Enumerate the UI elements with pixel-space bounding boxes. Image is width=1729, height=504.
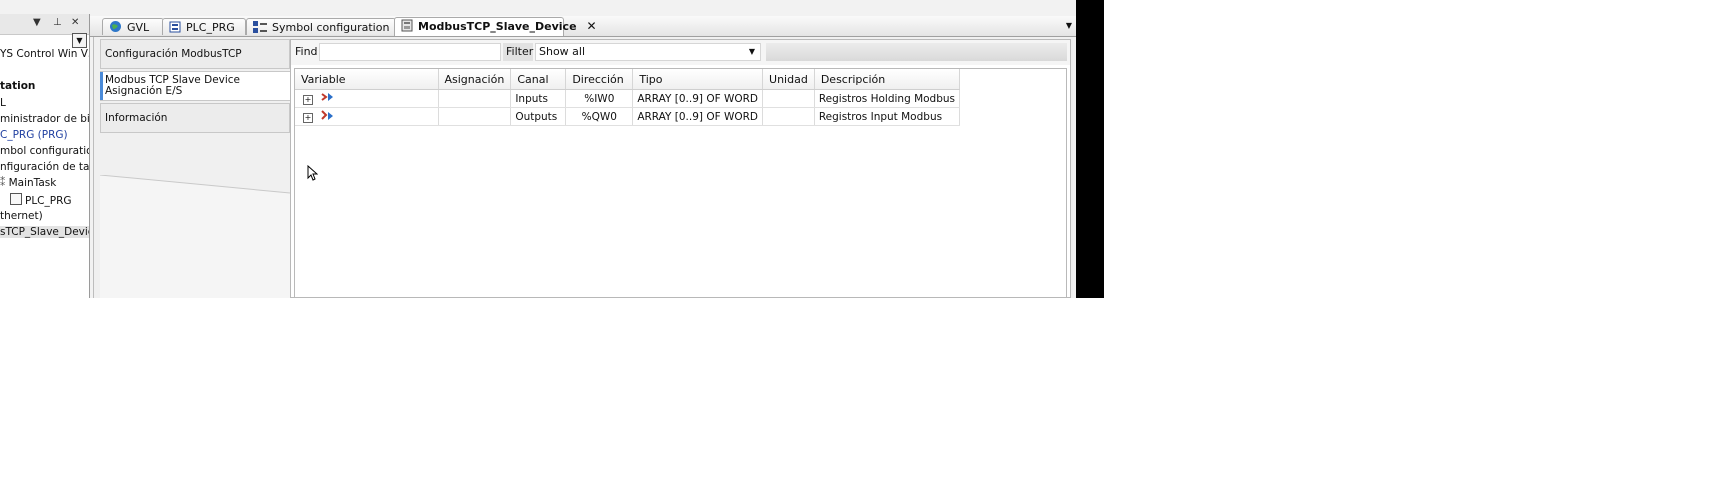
cell-variable[interactable]: + (295, 89, 439, 108)
tab-symbol-configuration-label: Symbol configuration (272, 21, 390, 34)
expand-icon[interactable]: + (303, 95, 313, 105)
chevron-down-icon[interactable]: ▼ (749, 44, 755, 60)
tab-modbus-slave-device[interactable]: ModbusTCP_Slave_Device ✕ (394, 17, 597, 37)
cell-descripcion: Registros Input Modbus (814, 107, 961, 126)
codesys-window: ▼ ⊥ ✕ ▼ YS Control Win V3) tation L mini… (0, 0, 1076, 298)
col-header-unidad[interactable]: Unidad (762, 69, 815, 90)
find-input[interactable] (319, 43, 501, 61)
col-header-asignacion[interactable]: Asignación (438, 69, 512, 90)
tab-modbus-slave-device-label: ModbusTCP_Slave_Device (418, 20, 577, 33)
side-tab-modbustcp-config[interactable]: Configuración ModbusTCP (100, 39, 290, 69)
tab-plc-prg-label: PLC_PRG (186, 21, 235, 34)
table-row[interactable]: + Outputs %QW0 ARRAY [0..9] OF WORD Regi… (295, 107, 961, 126)
col-header-canal[interactable]: Canal (510, 69, 567, 90)
editor-tab-strip: GVL PLC_PRG Symbol configuration ModbusT… (90, 16, 1076, 37)
cell-canal: Inputs (510, 89, 567, 108)
filter-select-value: Show all (539, 45, 586, 58)
col-header-variable[interactable]: Variable (295, 69, 439, 90)
tree-item-gvl[interactable]: L (0, 97, 6, 109)
tree-item-library-manager[interactable]: ministrador de biblio (0, 113, 89, 125)
task-icon: ⁑ (0, 177, 9, 189)
side-tabs-background (99, 174, 291, 298)
table-header-row: Variable Asignación Canal Dirección Tipo… (295, 69, 961, 90)
col-header-descripcion[interactable]: Descripción (814, 69, 961, 90)
col-header-direccion[interactable]: Dirección (565, 69, 634, 90)
tree-item-modbus-slave[interactable]: sTCP_Slave_Device (0, 226, 89, 238)
tree-item-maintask[interactable]: ⁑ MainTask (0, 177, 56, 189)
program-icon (10, 193, 22, 205)
filter-label: Filter (503, 43, 533, 61)
col-header-tipo[interactable]: Tipo (632, 69, 764, 90)
toolbar-filler (766, 43, 1067, 61)
close-icon[interactable]: ✕ (587, 18, 597, 35)
cell-unidad (762, 89, 815, 108)
input-channel-icon (321, 91, 335, 106)
globe-icon (109, 20, 122, 38)
io-mapping-grid: Variable Asignación Canal Dirección Tipo… (294, 68, 1067, 297)
tree-item-plc-prg-call[interactable]: PLC_PRG (10, 193, 72, 207)
cell-descripcion: Registros Holding Modbus (814, 89, 961, 108)
filter-select[interactable]: Show all ▼ (535, 43, 761, 61)
cell-tipo: ARRAY [0..9] OF WORD (632, 107, 764, 126)
device-icon (401, 19, 413, 37)
tree-item-application[interactable]: tation (0, 80, 35, 92)
side-tab-io-mapping[interactable]: Modbus TCP Slave Device Asignación E/S (100, 71, 290, 101)
mouse-cursor-icon (307, 164, 319, 184)
cell-unidad (762, 107, 815, 126)
tree-item-device[interactable]: YS Control Win V3) (0, 48, 89, 60)
side-tab-information[interactable]: Información (100, 103, 290, 133)
side-tab-io-mapping-line2: Asignación E/S (105, 85, 183, 97)
cell-direccion: %QW0 (565, 107, 634, 126)
tab-gvl[interactable]: GVL (102, 18, 164, 35)
tab-plc-prg[interactable]: PLC_PRG (162, 18, 246, 35)
cell-asignacion[interactable] (438, 107, 512, 126)
tab-symbol-configuration[interactable]: Symbol configuration (246, 18, 396, 35)
tab-list-dropdown-icon[interactable]: ▼ (1066, 21, 1072, 30)
tree-item-task-configuration[interactable]: nfiguración de tarea (0, 161, 89, 173)
tree-item-plc-prg-call-label: PLC_PRG (25, 195, 72, 207)
cell-canal: Outputs (510, 107, 567, 126)
cell-direccion: %IW0 (565, 89, 634, 108)
cell-asignacion[interactable] (438, 89, 512, 108)
tree-item-symbol-configuration[interactable]: mbol configuration (0, 145, 89, 157)
symbol-config-icon (253, 21, 267, 38)
find-filter-bar: Find Filter Show all ▼ (291, 40, 1070, 65)
black-border (1076, 0, 1104, 298)
tree-dropdown-button[interactable]: ▼ (72, 33, 87, 48)
io-mapping-table: Variable Asignación Canal Dirección Tipo… (295, 69, 961, 126)
dropdown-icon[interactable]: ▼ (33, 17, 41, 28)
pin-icon[interactable]: ⊥ (53, 17, 62, 28)
program-icon (169, 21, 181, 38)
tab-gvl-label: GVL (127, 21, 150, 34)
cell-variable[interactable]: + (295, 107, 439, 126)
device-editor: Configuración ModbusTCP Modbus TCP Slave… (93, 37, 1073, 298)
editor-side-tabs: Configuración ModbusTCP Modbus TCP Slave… (94, 39, 291, 298)
device-tree-panel: ▼ ⊥ ✕ ▼ YS Control Win V3) tation L mini… (0, 14, 90, 298)
expand-icon[interactable]: + (303, 113, 313, 123)
close-icon[interactable]: ✕ (71, 17, 79, 28)
table-row[interactable]: + Inputs %IW0 ARRAY [0..9] OF WORD Regis… (295, 89, 961, 108)
device-tree-header: ▼ ⊥ ✕ (0, 14, 89, 35)
tree-item-plc-prg[interactable]: C_PRG (PRG) (0, 129, 68, 141)
tree-item-maintask-label: MainTask (8, 177, 57, 189)
io-mapping-panel: Find Filter Show all ▼ Variable Asignaci… (290, 39, 1071, 298)
find-label: Find (295, 45, 318, 58)
cell-tipo: ARRAY [0..9] OF WORD (632, 89, 764, 108)
tree-item-ethernet[interactable]: thernet) (0, 210, 43, 222)
output-channel-icon (321, 109, 335, 124)
